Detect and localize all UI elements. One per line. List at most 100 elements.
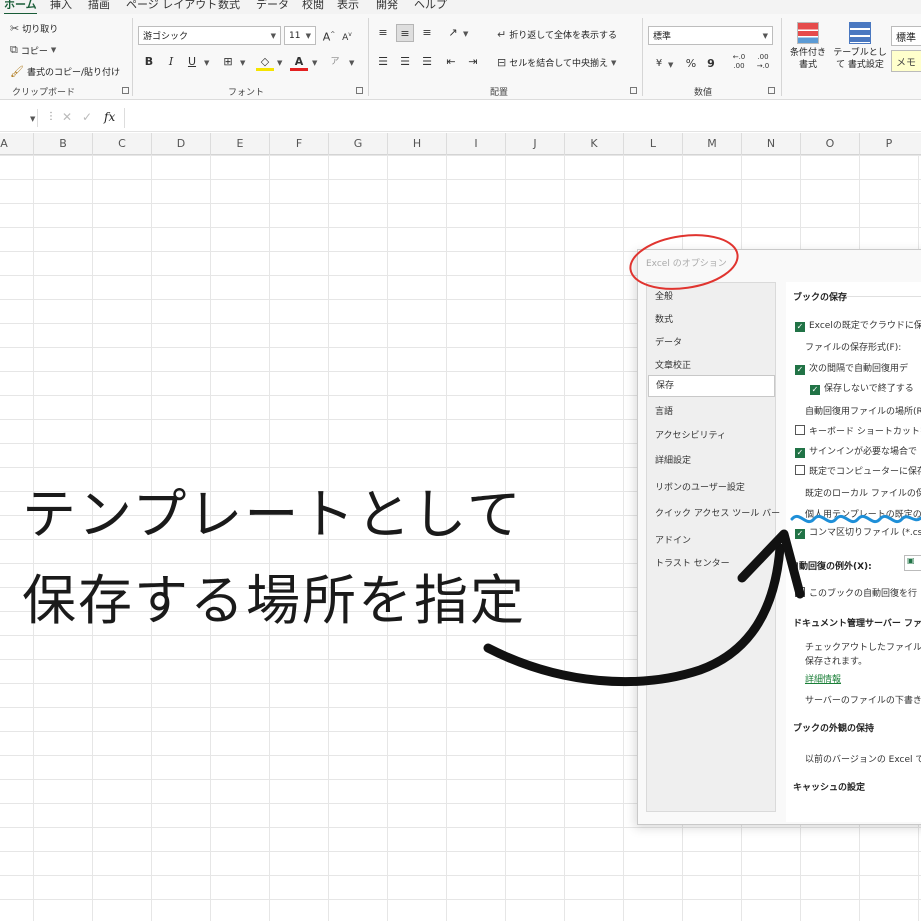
workbook-select[interactable]: ▣ (904, 555, 921, 571)
option-autorecover[interactable]: ✓ 次の間隔で自動回復用デ (795, 361, 908, 375)
option-csv[interactable]: ✓ コンマ区切りファイル (*.cs (795, 525, 921, 539)
column-header[interactable]: K (564, 133, 623, 155)
nav-item-language[interactable]: 言語 (655, 404, 673, 417)
chevron-down-icon[interactable]: ▼ (30, 115, 35, 123)
column-header[interactable]: M (682, 133, 741, 155)
phonetic-icon[interactable]: ア (326, 53, 344, 71)
chevron-down-icon[interactable]: ▼ (463, 30, 468, 38)
nav-item-save[interactable]: 保存 (648, 375, 775, 397)
chevron-down-icon[interactable]: ▼ (668, 61, 673, 69)
checkbox-unchecked-icon[interactable] (795, 425, 805, 435)
column-header[interactable]: L (623, 133, 682, 155)
decrease-decimal-button[interactable]: .00 →.0 (752, 53, 774, 71)
nav-item-proofing[interactable]: 文章校正 (655, 358, 691, 371)
tab-formulas[interactable]: 数式 (218, 0, 240, 12)
borders-icon[interactable]: ⊞ (219, 53, 237, 71)
column-header[interactable]: I (446, 133, 505, 155)
option-default-local[interactable]: 既定でコンピューターに保存 (795, 464, 921, 477)
column-header[interactable]: N (741, 133, 800, 155)
column-header[interactable]: F (269, 133, 328, 155)
nav-item-accessibility[interactable]: アクセシビリティ (655, 428, 726, 441)
nav-item-trust-center[interactable]: トラスト センター (655, 556, 730, 569)
chevron-down-icon[interactable]: ▼ (204, 59, 209, 67)
details-link[interactable]: 詳細情報 (805, 672, 841, 685)
font-family-select[interactable]: 游ゴシック ▼ (138, 26, 281, 45)
format-painter-button[interactable]: 🖌 書式のコピー/貼り付け (10, 65, 120, 78)
align-left-icon[interactable]: ☰ (374, 53, 392, 71)
chevron-down-icon[interactable]: ▼ (51, 46, 56, 54)
font-color-button[interactable]: A (290, 53, 308, 71)
conditional-formatting-button[interactable]: 条件付き 書式 (786, 22, 830, 71)
option-keep-last[interactable]: ✓ 保存しないで終了する (810, 381, 914, 395)
nav-item-data[interactable]: データ (655, 335, 682, 348)
option-keyboard-shortcut[interactable]: キーボード ショートカットを (795, 424, 921, 437)
cut-button[interactable]: ✂ 切り取り (10, 22, 58, 35)
column-header[interactable]: G (328, 133, 387, 155)
checkbox-checked-icon[interactable]: ✓ (795, 322, 805, 332)
format-as-table-button[interactable]: テーブルとして 書式設定 (832, 22, 888, 71)
fill-color-icon[interactable]: ◇ (256, 53, 274, 71)
align-top-icon[interactable]: ≡ (374, 24, 392, 42)
checkbox-unchecked-icon[interactable] (795, 465, 805, 475)
comma-button[interactable]: 9 (702, 55, 720, 73)
number-launcher-icon[interactable] (768, 87, 775, 94)
chevron-down-icon[interactable]: ▼ (611, 59, 616, 67)
style-normal-cell[interactable]: 標準 (891, 26, 921, 46)
italic-button[interactable]: I (162, 53, 180, 71)
checkbox-checked-icon[interactable]: ✓ (810, 385, 820, 395)
nav-item-general[interactable]: 全般 (655, 289, 673, 302)
tab-view[interactable]: 表示 (337, 0, 359, 12)
align-right-icon[interactable]: ☰ (418, 53, 436, 71)
grow-font-button[interactable]: A^ (320, 26, 338, 44)
tab-developer[interactable]: 開発 (376, 0, 398, 12)
enter-icon[interactable]: ✓ (82, 110, 92, 124)
tab-insert[interactable]: 挿入 (50, 0, 72, 12)
tab-draw[interactable]: 描画 (88, 0, 110, 12)
more-icon[interactable]: ⋮ (46, 111, 56, 122)
tab-review[interactable]: 校閲 (302, 0, 324, 12)
option-signin[interactable]: ✓ サインインが必要な場合で (795, 444, 917, 458)
percent-button[interactable]: % (682, 55, 700, 73)
nav-item-formulas[interactable]: 数式 (655, 312, 673, 325)
alignment-launcher-icon[interactable] (630, 87, 637, 94)
checkbox-checked-icon[interactable]: ✓ (795, 365, 805, 375)
option-disable-autorecover[interactable]: このブックの自動回復を行 (795, 586, 917, 599)
align-middle-icon[interactable]: ≡ (396, 24, 414, 42)
underline-button[interactable]: U (183, 53, 201, 71)
tab-data[interactable]: データ (256, 0, 289, 12)
column-header[interactable]: B (33, 133, 92, 155)
chevron-down-icon[interactable]: ▼ (349, 59, 354, 67)
decrease-indent-icon[interactable]: ⇤ (442, 53, 460, 71)
orientation-icon[interactable]: ↗ (444, 24, 462, 42)
column-header[interactable]: A (0, 133, 33, 155)
chevron-down-icon[interactable]: ▼ (240, 59, 245, 67)
column-header[interactable]: O (800, 133, 859, 155)
column-header[interactable]: H (387, 133, 446, 155)
currency-icon[interactable]: ¥ (650, 55, 668, 73)
column-header[interactable]: C (92, 133, 151, 155)
bold-button[interactable]: B (140, 53, 158, 71)
checkbox-unchecked-icon[interactable] (795, 587, 805, 597)
font-size-select[interactable]: 11 ▼ (284, 26, 316, 45)
copy-button[interactable]: ⧉ コピー ▼ (10, 43, 56, 57)
increase-decimal-button[interactable]: ←.0 .00 (728, 53, 750, 71)
tab-help[interactable]: ヘルプ (414, 0, 447, 12)
checkbox-checked-icon[interactable]: ✓ (795, 448, 805, 458)
clipboard-launcher-icon[interactable] (122, 87, 129, 94)
nav-item-quick-access[interactable]: クイック アクセス ツール バー (655, 506, 780, 519)
cancel-icon[interactable]: ✕ (62, 110, 72, 124)
wrap-text-button[interactable]: ↵ 折り返して全体を表示する (497, 28, 617, 41)
style-memo-cell[interactable]: メモ (891, 50, 921, 72)
tab-page-layout[interactable]: ページ レイアウト (126, 0, 217, 12)
formula-input[interactable] (124, 108, 921, 128)
chevron-down-icon[interactable]: ▼ (277, 59, 282, 67)
merge-center-button[interactable]: ⊟ セルを結合して中央揃え ▼ (497, 56, 616, 69)
nav-item-advanced[interactable]: 詳細設定 (655, 453, 691, 466)
increase-indent-icon[interactable]: ⇥ (464, 53, 482, 71)
align-center-icon[interactable]: ☰ (396, 53, 414, 71)
insert-function-icon[interactable]: fx (104, 110, 115, 124)
nav-item-addins[interactable]: アドイン (655, 533, 691, 546)
column-header[interactable]: E (210, 133, 269, 155)
chevron-down-icon[interactable]: ▼ (312, 59, 317, 67)
number-format-select[interactable]: 標準 ▼ (648, 26, 773, 45)
